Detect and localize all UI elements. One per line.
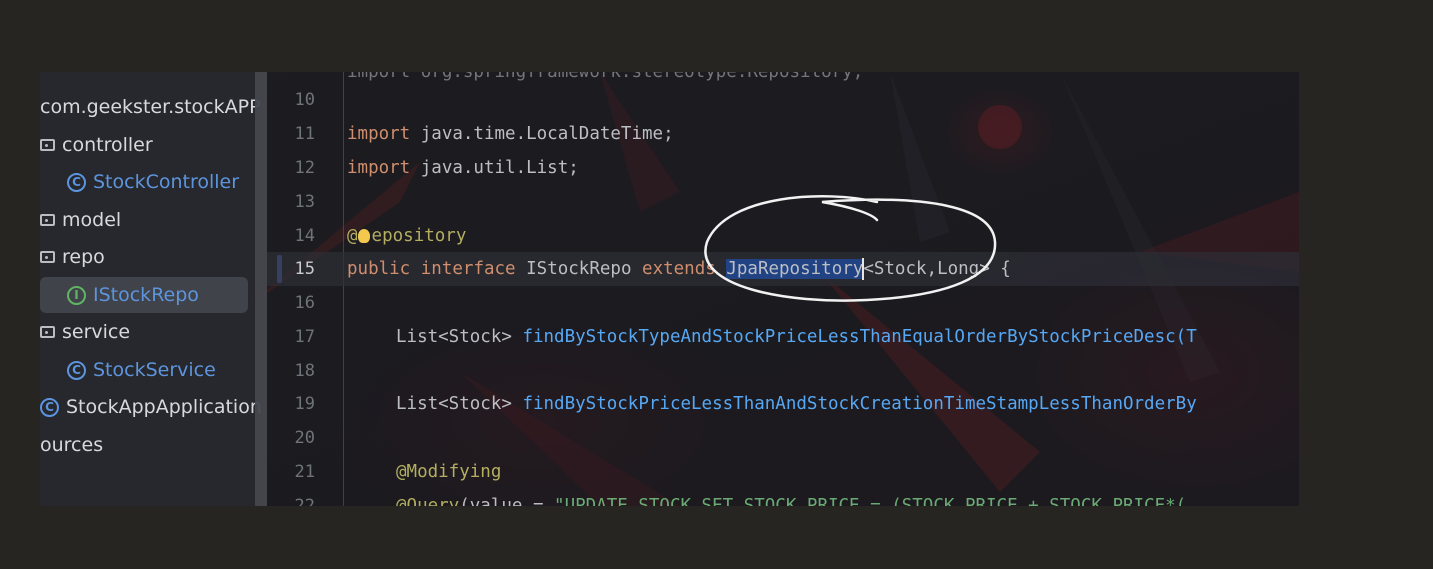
tree-item-repo[interactable]: repo bbox=[40, 239, 105, 275]
tree-item-label: StockController bbox=[93, 171, 240, 193]
code-text: import java.util.List; bbox=[347, 158, 579, 178]
line-number: 15 bbox=[294, 259, 315, 279]
code-line[interactable]: 10 bbox=[267, 83, 1299, 117]
code-text: @ epository bbox=[347, 226, 467, 246]
code-text: import java.time.LocalDateTime; bbox=[347, 124, 674, 144]
tree-item-stock-service[interactable]: C StockService bbox=[67, 352, 216, 388]
code-text: List<Stock> findByStockPriceLessThanAndS… bbox=[396, 394, 1197, 414]
line-number: 13 bbox=[294, 192, 315, 212]
line-number: 11 bbox=[294, 124, 315, 144]
folder-icon bbox=[40, 139, 55, 151]
folder-icon bbox=[40, 326, 55, 338]
code-line-current[interactable]: 15 public interface IStockRepo extends J… bbox=[267, 252, 1299, 286]
line-number: 10 bbox=[294, 90, 315, 110]
tree-item-stock-controller[interactable]: C StockController bbox=[67, 164, 239, 200]
code-line[interactable]: 17 List<Stock> findByStockTypeAndStockPr… bbox=[267, 320, 1299, 354]
code-line[interactable]: 20 bbox=[267, 421, 1299, 455]
tree-item-label: repo bbox=[62, 246, 105, 268]
code-line[interactable]: 11 import java.time.LocalDateTime; bbox=[267, 117, 1299, 151]
tree-item-resources[interactable]: ources bbox=[40, 427, 103, 463]
code-text: @Query(value = "UPDATE STOCK SET STOCK_P… bbox=[396, 496, 1187, 506]
interface-icon: I bbox=[67, 285, 86, 305]
line-number: 19 bbox=[294, 394, 315, 414]
line-number: 16 bbox=[294, 293, 315, 313]
tree-item-label: com.geekster.stockAPP bbox=[40, 96, 261, 118]
line-number: 21 bbox=[294, 462, 315, 482]
tree-item-label: StockService bbox=[93, 359, 216, 381]
tree-item-label: ources bbox=[40, 434, 104, 456]
code-line[interactable]: 12 import java.util.List; bbox=[267, 151, 1299, 185]
code-text: List<Stock> findByStockTypeAndStockPrice… bbox=[396, 327, 1197, 347]
project-tree-panel: com.geekster.stockAPP controller C Stock… bbox=[40, 72, 262, 506]
code-text: @Modifying bbox=[396, 462, 502, 482]
line-number: 14 bbox=[294, 226, 315, 246]
tree-item-controller[interactable]: controller bbox=[40, 127, 153, 163]
line-number: 20 bbox=[294, 428, 315, 448]
code-line[interactable]: 16 bbox=[267, 286, 1299, 320]
line-number: 22 bbox=[294, 496, 315, 506]
code-line[interactable]: 19 List<Stock> findByStockPriceLessThanA… bbox=[267, 387, 1299, 421]
code-line[interactable]: 21 @Modifying bbox=[267, 455, 1299, 489]
code-line[interactable]: 22 @Query(value = "UPDATE STOCK SET STOC… bbox=[267, 489, 1299, 506]
ide-window: com.geekster.stockAPP controller C Stock… bbox=[40, 72, 1299, 506]
tree-item-package[interactable]: com.geekster.stockAPP bbox=[40, 89, 261, 125]
code-line[interactable]: 18 bbox=[267, 354, 1299, 388]
class-icon: C bbox=[40, 397, 59, 417]
line-number: 12 bbox=[294, 158, 315, 178]
folder-icon bbox=[40, 214, 55, 226]
code-line[interactable]: 14 @ epository bbox=[267, 219, 1299, 253]
tree-item-label: model bbox=[62, 209, 122, 231]
tree-item-label: service bbox=[62, 321, 131, 343]
class-icon: C bbox=[67, 360, 86, 380]
tree-scrollbar[interactable] bbox=[255, 72, 267, 506]
tree-item-model[interactable]: model bbox=[40, 202, 121, 238]
tree-item-label: IStockRepo bbox=[93, 284, 199, 306]
code-line[interactable]: 13 bbox=[267, 185, 1299, 219]
code-editor[interactable]: import org.springframework.stereotype.Re… bbox=[267, 72, 1299, 506]
tree-item-stock-app-application[interactable]: C StockAppApplication bbox=[40, 389, 262, 425]
line-number: 18 bbox=[294, 361, 315, 381]
code-text: public interface IStockRepo extends JpaR… bbox=[347, 258, 1011, 280]
folder-icon bbox=[40, 251, 55, 263]
lightbulb-icon[interactable] bbox=[357, 229, 370, 243]
tree-item-istockrepo[interactable]: I IStockRepo bbox=[40, 277, 248, 313]
tree-item-service[interactable]: service bbox=[40, 314, 130, 350]
selected-text: JpaRepository bbox=[726, 259, 864, 279]
class-icon: C bbox=[67, 172, 86, 192]
tree-item-label: controller bbox=[62, 134, 153, 156]
tree-item-label: StockAppApplication bbox=[66, 396, 262, 418]
code-text: import org.springframework.stereotype.Re… bbox=[347, 72, 864, 82]
line-number: 17 bbox=[294, 327, 315, 347]
